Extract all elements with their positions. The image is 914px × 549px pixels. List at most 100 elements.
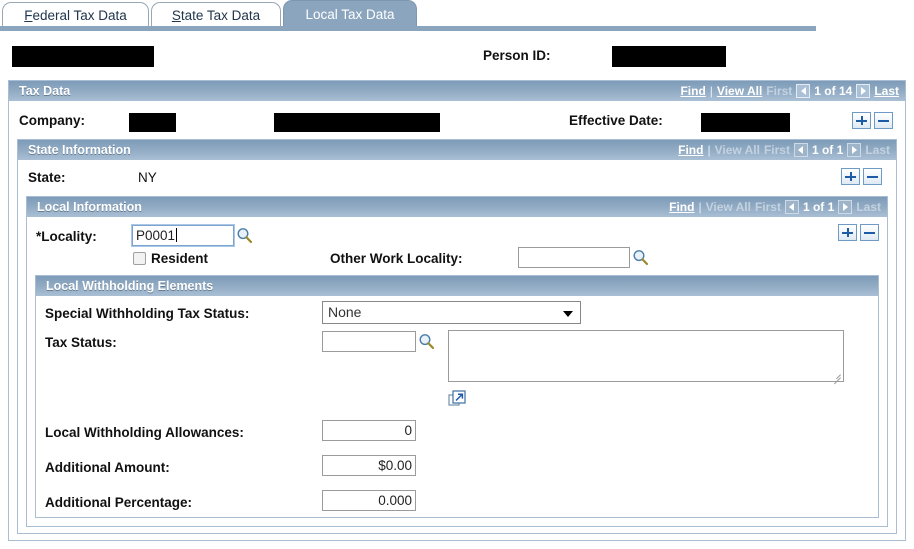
chevron-down-icon (563, 311, 573, 317)
local-information-pager: Find | View All First 1 of 1 Last (669, 197, 881, 217)
local-withholding-header: Local Withholding Elements (36, 276, 878, 296)
local-first-link[interactable]: First (755, 197, 781, 217)
tax-status-description-textarea[interactable] (448, 330, 844, 385)
effective-date-redacted (701, 113, 790, 132)
tax-data-delete-row-button[interactable] (874, 112, 893, 129)
state-next-button[interactable] (847, 143, 862, 157)
tab-state-label: tate Tax Data (180, 8, 261, 23)
other-work-locality-input[interactable] (518, 247, 630, 268)
local-next-button[interactable] (838, 200, 853, 214)
state-add-row-button[interactable] (841, 168, 860, 185)
locality-label: *Locality: (36, 229, 97, 244)
tab-local-label: Local Tax Data (305, 7, 395, 22)
text-caret (176, 228, 178, 242)
state-view-all-link[interactable]: View All (715, 140, 760, 160)
local-information-header: Local Information Find | View All First … (27, 197, 887, 217)
additional-percentage-label: Additional Percentage: (45, 495, 193, 510)
prev-arrow-icon (800, 87, 806, 95)
tax-data-first-link[interactable]: First (766, 81, 792, 101)
additional-percentage-input[interactable]: 0.000 (322, 490, 416, 511)
tab-federal-label: ederal Tax Data (32, 8, 127, 23)
resident-checkbox[interactable] (133, 252, 146, 265)
state-row-count: 1 of 1 (811, 143, 844, 157)
resize-grip-icon[interactable] (831, 369, 842, 385)
tax-data-view-all-link[interactable]: View All (717, 81, 762, 101)
state-delete-row-button[interactable] (863, 168, 882, 185)
local-add-row-button[interactable] (838, 224, 857, 241)
local-find-link[interactable]: Find (669, 197, 694, 217)
additional-amount-value: $0.00 (378, 458, 412, 473)
state-find-link[interactable]: Find (678, 140, 703, 160)
tax-data-last-link[interactable]: Last (874, 81, 899, 101)
state-row-buttons (841, 168, 882, 185)
next-arrow-icon (860, 87, 866, 95)
local-withholding-allowances-label: Local Withholding Allowances: (45, 425, 244, 440)
tax-status-input[interactable] (322, 331, 416, 352)
prev-arrow-icon (798, 146, 804, 154)
special-withholding-tax-status-label: Special Withholding Tax Status: (45, 306, 250, 321)
tax-data-add-row-button[interactable] (852, 112, 871, 129)
resident-label: Resident (151, 251, 209, 266)
locality-input[interactable]: P0001 (131, 224, 235, 247)
tax-data-next-button[interactable] (856, 84, 871, 98)
person-id-label: Person ID: (483, 48, 551, 63)
tab-underline-bar (0, 26, 816, 31)
state-label: State: (28, 170, 66, 185)
company-name-redacted (274, 113, 440, 132)
local-information-panel: Local Information Find | View All First … (26, 196, 888, 527)
company-code-redacted (129, 113, 176, 132)
tab-local-tax-data[interactable]: Local Tax Data (283, 0, 417, 29)
tax-data-panel: Tax Data Find | View All First 1 of 14 L… (8, 80, 906, 541)
local-withholding-title: Local Withholding Elements (46, 279, 214, 293)
tax-status-lookup-icon[interactable] (418, 333, 435, 350)
tab-federal-tax-data[interactable]: Federal Tax Data (2, 2, 149, 29)
state-first-link[interactable]: First (764, 140, 790, 160)
local-row-count: 1 of 1 (802, 200, 835, 214)
tax-data-title: Tax Data (19, 84, 71, 98)
tab-state-tax-data[interactable]: State Tax Data (151, 2, 281, 29)
local-withholding-elements-panel: Local Withholding Elements Special Withh… (35, 275, 879, 518)
special-withholding-tax-status-select[interactable]: None (322, 301, 581, 324)
state-last-link[interactable]: Last (865, 140, 890, 160)
tax-status-label: Tax Status: (45, 335, 117, 350)
tax-data-row-buttons (852, 112, 893, 129)
other-work-locality-lookup-icon[interactable] (632, 249, 649, 266)
special-withholding-tax-status-value: None (328, 304, 362, 320)
local-pager-separator: | (698, 200, 702, 214)
state-information-header: State Information Find | View All First … (18, 140, 896, 160)
local-prev-button[interactable] (784, 200, 799, 214)
additional-amount-label: Additional Amount: (45, 460, 170, 475)
state-value: NY (138, 170, 157, 185)
employee-name-redacted (12, 46, 154, 67)
tax-data-find-link[interactable]: Find (680, 81, 705, 101)
local-last-link[interactable]: Last (856, 197, 881, 217)
company-label: Company: (19, 113, 86, 128)
local-delete-row-button[interactable] (860, 224, 879, 241)
local-view-all-link[interactable]: View All (706, 197, 751, 217)
additional-percentage-value: 0.000 (378, 493, 412, 508)
tax-data-prev-button[interactable] (796, 84, 811, 98)
next-arrow-icon (842, 203, 848, 211)
local-information-title: Local Information (37, 200, 142, 214)
other-work-locality-label: Other Work Locality: (330, 251, 463, 266)
tax-data-pager: Find | View All First 1 of 14 Last (680, 81, 899, 101)
state-information-pager: Find | View All First 1 of 1 Last (678, 140, 890, 160)
local-row-buttons (838, 224, 879, 241)
locality-input-value: P0001 (136, 228, 176, 243)
additional-amount-input[interactable]: $0.00 (322, 455, 416, 476)
state-information-title: State Information (28, 143, 131, 157)
tax-data-pager-separator: | (709, 84, 713, 98)
prev-arrow-icon (789, 203, 795, 211)
effective-date-label: Effective Date: (569, 113, 663, 128)
tab-strip: Federal Tax Data State Tax Data Local Ta… (0, 0, 914, 31)
next-arrow-icon (851, 146, 857, 154)
local-withholding-allowances-input[interactable]: 0 (322, 420, 416, 441)
tax-status-expand-icon[interactable] (448, 390, 466, 408)
locality-lookup-icon[interactable] (236, 227, 253, 244)
local-withholding-allowances-value: 0 (404, 423, 412, 438)
person-id-value-redacted (612, 46, 726, 67)
state-pager-separator: | (707, 143, 711, 157)
state-prev-button[interactable] (793, 143, 808, 157)
tax-data-header: Tax Data Find | View All First 1 of 14 L… (9, 81, 905, 101)
state-information-panel: State Information Find | View All First … (17, 139, 897, 534)
